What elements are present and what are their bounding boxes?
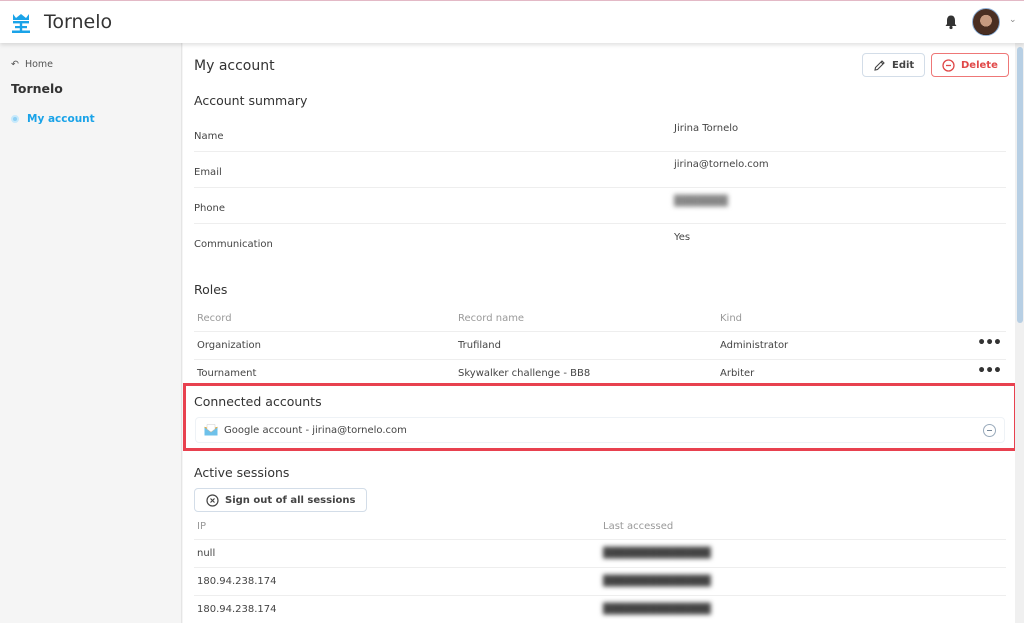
table-row: 180.94.238.174 ██████████████ [194,596,1006,623]
more-options-icon[interactable]: ••• [977,335,1002,351]
scrollbar-thumb[interactable] [1017,47,1023,323]
remove-connected-account-icon[interactable] [983,424,996,437]
table-row: Organization Trufiland Administrator ••• [194,332,1006,360]
close-circle-icon [206,493,219,507]
main-scrollbar[interactable] [1015,43,1024,623]
column-header: Record name [458,313,525,324]
cell-record-name: Skywalker challenge - BB8 [458,368,591,379]
summary-key: Phone [194,203,225,214]
summary-value: jirina@tornelo.com [674,159,769,170]
sign-out-all-sessions-button[interactable]: Sign out of all sessions [194,488,368,512]
sidebar-item-label: My account [27,113,95,125]
sidebar-item-my-account[interactable]: My account [11,113,95,125]
summary-row-phone: Phone ███████ [194,188,1006,224]
summary-value-redacted: ███████ [674,196,728,207]
home-link-label: Home [24,59,54,70]
connected-accounts-title: Connected accounts [194,394,322,409]
roles-title: Roles [194,282,228,297]
account-summary-title: Account summary [194,93,308,108]
connected-account-item: Google account - jirina@tornelo.com [195,417,1005,443]
tornelo-logo-icon[interactable] [10,12,32,34]
delete-button[interactable]: Delete [931,53,1009,77]
envelope-icon [204,424,218,436]
sidebar-org-title: Tornelo [11,81,63,96]
column-header: Kind [720,313,743,324]
user-avatar[interactable] [972,8,1000,36]
edit-button-label: Edit [892,59,915,71]
roles-table-header: Record Record name Kind [194,305,1006,332]
cell-ip: 180.94.238.174 [197,576,277,587]
connected-account-label: Google account - jirina@tornelo.com [224,425,407,436]
summary-value: Yes [674,232,691,243]
page-title: My account [194,58,275,74]
edit-button[interactable]: Edit [862,53,926,77]
sessions-table-header: IP Last accessed [194,513,1006,540]
more-options-icon[interactable]: ••• [977,363,1002,379]
summary-row-communication: Communication Yes [194,224,1006,260]
summary-row-email: Email jirina@tornelo.com [194,152,1006,188]
column-header: Last accessed [603,521,674,532]
cell-ip: null [197,548,216,559]
cell-record: Organization [197,340,261,351]
minus-circle-icon [942,58,955,72]
cell-last-accessed-redacted: ██████████████ [603,604,711,615]
table-row: 180.94.238.174 ██████████████ [194,568,1006,596]
main-content: My account Edit Delete Account summary N… [183,43,1017,623]
summary-value: Jirina Tornelo [674,123,739,134]
summary-row-name: Name Jirina Tornelo [194,116,1006,152]
summary-key: Email [194,167,222,178]
cell-record: Tournament [197,368,257,379]
back-home-link[interactable]: ↶ Home [11,59,53,70]
summary-key: Name [194,131,224,142]
cell-kind: Arbiter [720,368,755,379]
sidebar: ↶ Home Tornelo My account [0,43,182,623]
back-arrow-icon: ↶ [11,59,19,70]
cell-last-accessed-redacted: ██████████████ [603,576,711,587]
active-sessions-title: Active sessions [194,465,290,480]
cell-last-accessed-redacted: ██████████████ [603,548,711,559]
pencil-icon [874,59,885,71]
summary-key: Communication [194,239,273,250]
column-header: Record [197,313,232,324]
delete-button-label: Delete [961,59,998,71]
notifications-bell-icon[interactable] [943,14,959,30]
cell-record-name: Trufiland [458,340,501,351]
app-title: Tornelo [44,11,113,33]
top-bar: Tornelo ⌄ [0,0,1024,43]
column-header: IP [197,521,206,532]
cell-kind: Administrator [720,340,789,351]
cell-ip: 180.94.238.174 [197,604,277,615]
sign-out-label: Sign out of all sessions [225,494,356,506]
gear-icon [11,115,19,123]
chevron-down-icon[interactable]: ⌄ [1009,15,1017,25]
table-row: null ██████████████ [194,540,1006,568]
